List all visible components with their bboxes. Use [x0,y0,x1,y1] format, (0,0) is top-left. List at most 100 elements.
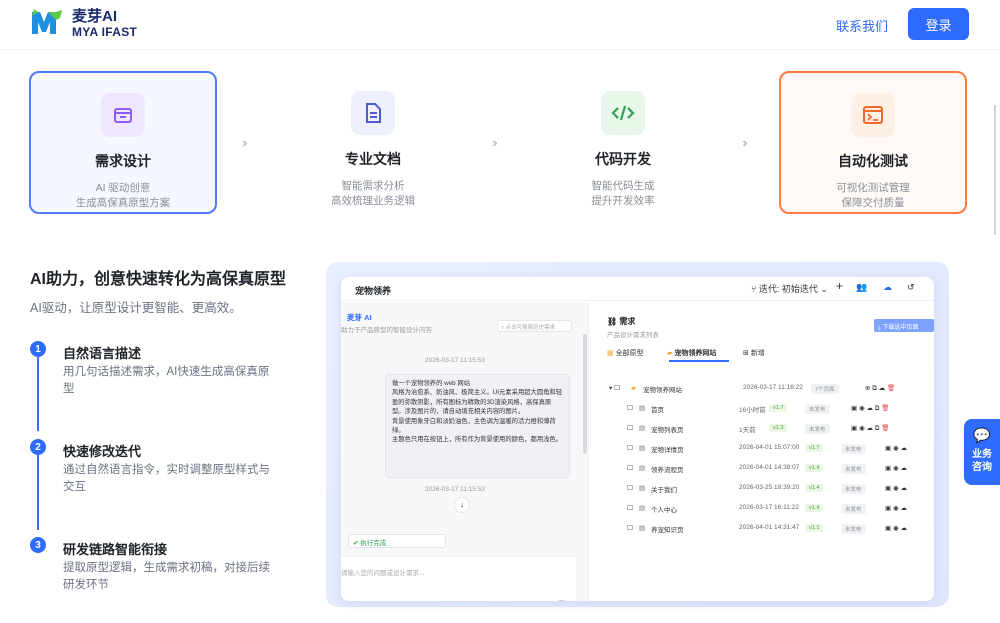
row-actions: ▣ ◉ ☁ ⧉ 🗑 [851,424,889,433]
cloud-icon[interactable]: ☁ [900,465,907,472]
timeline-desc: 通过自然语言指令，实时调整原型样式与交互 [63,464,270,493]
image-icon[interactable]: ▣ [885,445,893,452]
login-button[interactable]: 登录 [908,8,969,40]
chat-scrollbar[interactable] [583,334,587,454]
timeline-title: 自然语言描述 [63,346,142,361]
row-checkbox[interactable]: ☐ [627,484,633,492]
code-icon [601,91,645,135]
image-icon[interactable]: ▣ [885,485,893,492]
search-placeholder: 点击可搜索历史需求 [505,325,556,331]
cloud-icon[interactable]: ☁ [900,485,907,492]
cloud-icon[interactable]: ☁ [900,445,907,452]
row-name: 宠物列表页 [651,427,684,434]
cloud-upload-icon[interactable]: ☁ [883,282,892,293]
row-checkbox[interactable]: ☐ [627,424,633,432]
step-title: 代码开发 [595,151,651,167]
timeline-desc: 提取原型逻辑，生成需求初稿，对接后续研发环节 [63,562,270,591]
timeline-title: 快速修改迭代 [63,444,142,459]
cloud-icon[interactable]: ☁ [879,385,887,392]
delete-icon[interactable]: 🗑 [881,405,889,412]
row-name: 首页 [651,407,664,414]
chat-message: 做一个宠物领养的 web 网站 风格为治愈系、奶油风、极简主义。UI元素采用超大… [385,374,570,478]
cloud-icon[interactable]: ☁ [866,425,874,432]
step-card-code[interactable]: 代码开发 智能代码生成 提升开发效率 [529,71,717,214]
cloud-icon[interactable]: ☁ [900,505,907,512]
add-icon[interactable]: + [836,279,843,293]
image-icon[interactable]: ▣ [885,525,893,532]
cloud-icon[interactable]: ☁ [900,525,907,532]
chevron-right-icon: ›› [492,135,497,150]
table-row[interactable]: ☐ ▤ 首页 16小时前 v1.7 未发布 ▣ ◉ ☁ ⧉ 🗑 [607,404,927,418]
version-badge: v1.7 [805,444,824,452]
table-row[interactable]: ☐ ▤ 领养流程页 2026-04-01 14:38:07 v1.4 未发布 ▣ ◉ ☁ [607,464,927,478]
page-icon: ▤ [639,445,646,452]
input-placeholder: 请输入您的问题或设计需求... [341,570,425,577]
delete-icon[interactable]: 🗑 [881,425,889,432]
image-icon[interactable]: ▣ [851,425,859,432]
row-name: 关于我们 [651,487,677,494]
row-checkbox[interactable]: ☐ [627,404,633,412]
app-toolbar: 宠物领养 ⑂ 迭代: 初始迭代 ⌄ + 👥 ☁ ↺ [341,277,934,301]
image-icon[interactable]: ▣ [885,465,893,472]
users-icon[interactable]: 👥 [856,282,867,293]
table-row[interactable]: ☐ ▤ 个人中心 2026-03-17 16:11:22 v1.4 未发布 ▣ ◉ ☁ [607,504,927,518]
step-card-requirement[interactable]: 需求设计 AI 驱动创意 生成高保真原型方案 [29,71,217,214]
row-actions: ▣ ◉ ☁ [885,524,907,532]
page-count-badge: 7个页面 [811,384,839,394]
app-preview: 宠物领养 ⑂ 迭代: 初始迭代 ⌄ + 👥 ☁ ↺ 麦芽 AI 助力于产品原型的… [341,277,934,601]
download-button[interactable]: ⤓ 下载选中页面 [874,319,934,332]
status-badge: 未发布 [805,424,830,434]
row-checkbox[interactable]: ☐ [627,444,633,452]
version-badge: v1.3 [769,424,788,432]
step-desc: 生成高保真原型方案 [75,197,171,209]
step-card-document[interactable]: 专业文档 智能需求分析 高效梳理业务逻辑 [279,71,467,214]
row-date: 16小时前 [739,407,766,414]
row-date: 1天前 [739,427,756,434]
history-search-input[interactable]: ⌕ 点击可搜索历史需求 [497,320,572,332]
step-title: 需求设计 [95,153,151,169]
iteration-select[interactable]: ⑂ 迭代: 初始迭代 ⌄ [751,282,828,295]
send-button[interactable]: ➤ [554,600,569,601]
row-checkbox[interactable]: ☐ [627,464,633,472]
iteration-label: 迭代: 初始迭代 [758,284,818,294]
status-badge: 未发布 [841,504,866,514]
tree-root-row[interactable]: ▾ ☐ ▰ 宠物领养网站 2026-03-17 11:16:22 7个页面 ⊕ … [607,384,927,398]
tab-underline [669,360,729,362]
delete-icon[interactable]: 🗑 [887,385,895,392]
chat-pane: 麦芽 AI 助力于产品原型的智能设计问答 ⌕ 点击可搜索历史需求 2026-03… [341,302,589,601]
grid-icon: ▦ [607,350,616,357]
tab-pet-site[interactable]: ▰ 宠物领养网站 [667,348,716,358]
version-badge: v1.7 [769,404,788,412]
chat-input[interactable]: 请输入您的问题或设计需求... ▦ ▭ ▯ ◉ ≋ ⌇ ▣ 自动 ⌄ ✎ ➤ [341,556,576,601]
float-label: 业务 [972,449,992,460]
image-icon[interactable]: ▣ [851,405,859,412]
business-consult-button[interactable]: 💬 业务 咨询 [964,419,1000,485]
brand-logo[interactable]: 麦芽AI MYA IFAST [30,8,137,38]
step-title: 专业文档 [345,151,401,167]
row-actions: ▣ ◉ ☁ [885,464,907,472]
tab-new[interactable]: ⊞ 新增 [743,348,765,358]
tree-root-date: 2026-03-17 11:16:22 [743,384,803,391]
table-row[interactable]: ☐ ▤ 宠物详情页 2026-04-01 15:07:00 v1.7 未发布 ▣ ◉ ☁ [607,444,927,458]
history-icon[interactable]: ↺ [907,282,915,293]
step-card-testing[interactable]: 自动化测试 可视化测试管理 保障交付质量 [779,71,967,214]
table-row[interactable]: ☐ ▤ 宠物列表页 1天前 v1.3 未发布 ▣ ◉ ☁ ⧉ 🗑 [607,424,927,438]
status-badge: 未发布 [841,444,866,454]
tab-all[interactable]: ▦ 全部原型 [607,348,644,358]
logo-text-cn: 麦芽AI [72,7,118,25]
row-checkbox[interactable]: ☐ [627,504,633,512]
row-date: 2026-03-17 16:11:22 [739,504,799,511]
cloud-icon[interactable]: ☁ [866,405,874,412]
step-desc: 高效梳理业务逻辑 [331,195,415,207]
table-row[interactable]: ☐ ▤ 养宠知识页 2026-04-01 14:31:47 v1.1 未发布 ▣ ◉ ☁ [607,524,927,538]
req-subtitle: 产品设计需求列表 [607,332,659,339]
row-actions: ⊕ ⧉ ☁ 🗑 [865,384,895,393]
scroll-down-icon[interactable]: ↓ [454,497,470,513]
image-icon[interactable]: ▣ [885,505,893,512]
tab-label: 新增 [750,350,765,357]
table-row[interactable]: ☐ ▤ 关于我们 2026-03-25 18:39:20 v1.4 未发布 ▣ ◉ ☁ [607,484,927,498]
page-scrollbar[interactable] [994,105,996,235]
step-desc: 保障交付质量 [841,197,905,209]
contact-us-link[interactable]: 联系我们 [836,16,888,35]
row-checkbox[interactable]: ☐ [627,524,633,532]
